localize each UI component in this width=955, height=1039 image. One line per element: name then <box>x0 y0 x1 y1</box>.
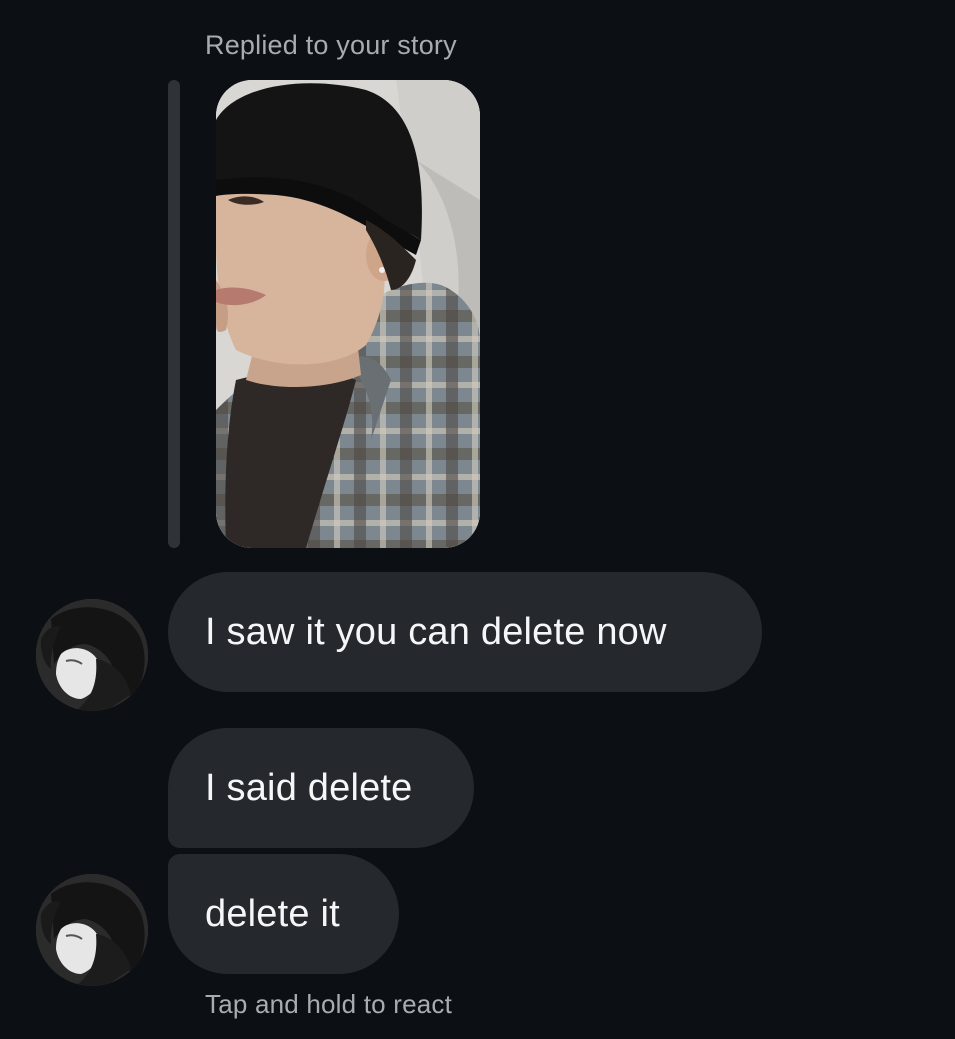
message-bubble[interactable]: I said delete <box>168 728 474 848</box>
message-bubble[interactable]: delete it <box>168 854 399 974</box>
avatar-photo <box>36 599 148 711</box>
avatar-photo <box>36 874 148 986</box>
story-reply-thumbnail[interactable] <box>216 80 480 548</box>
story-photo <box>216 80 480 548</box>
sender-avatar[interactable] <box>36 599 148 711</box>
replied-to-story-caption: Replied to your story <box>205 30 457 60</box>
tap-hold-react-hint: Tap and hold to react <box>205 989 453 1019</box>
sender-avatar[interactable] <box>36 874 148 986</box>
reply-quote-bar <box>168 80 180 548</box>
message-bubble[interactable]: I saw it you can delete now <box>168 572 762 692</box>
